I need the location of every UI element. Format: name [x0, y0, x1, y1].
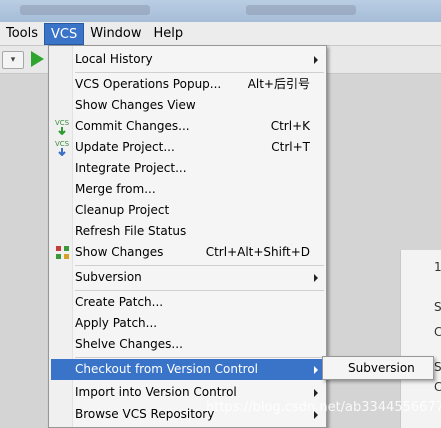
blurred-title-right [246, 5, 356, 15]
menu-item-label: Create Patch... [75, 295, 164, 309]
menu-item-refresh-file-status[interactable]: Refresh File Status [51, 221, 324, 242]
submenu-arrow-icon [314, 366, 318, 374]
menu-separator [75, 72, 324, 73]
blurred-title [20, 5, 150, 15]
menu-item-update-project[interactable]: VCS Update Project... Ctrl+T [51, 137, 324, 158]
menu-item-subversion[interactable]: Subversion [51, 267, 324, 288]
panel-glyph: S [434, 300, 441, 314]
vcs-menu-dropdown: Local History VCS Operations Popup... Al… [48, 45, 327, 428]
menu-item-label: Browse VCS Repository [75, 407, 215, 421]
menu-item-shortcut: Alt+后引号 [247, 77, 310, 91]
menu-item-label: Shelve Changes... [75, 337, 183, 351]
menu-item-label: Checkout from Version Control [75, 362, 259, 376]
submenu-arrow-icon [314, 274, 318, 282]
menu-window[interactable]: Window [84, 23, 147, 45]
menu-item-label: Subversion [75, 270, 142, 284]
menu-item-label: Update Project... [75, 140, 175, 154]
menu-item-show-changes-view[interactable]: Show Changes View [51, 95, 324, 116]
menu-vcs[interactable]: VCS [44, 22, 85, 45]
panel-glyph: C [434, 380, 441, 394]
menu-item-label: VCS Operations Popup... [75, 77, 222, 91]
menu-item-integrate-project[interactable]: Integrate Project... [51, 158, 324, 179]
panel-glyph: 1 [434, 260, 441, 274]
menu-item-shelve-changes[interactable]: Shelve Changes... [51, 334, 324, 355]
vcs-badge-text: VCS [55, 140, 70, 148]
menu-item-apply-patch[interactable]: Apply Patch... [51, 313, 324, 334]
diff-icon [56, 246, 69, 259]
menu-item-label: Cleanup Project [75, 203, 170, 217]
menu-item-label: Integrate Project... [75, 161, 187, 175]
menu-item-label: Local History [75, 52, 153, 66]
vcs-badge-text: VCS [55, 119, 70, 127]
menu-item-local-history[interactable]: Local History [51, 49, 324, 70]
menu-item-operations-popup[interactable]: VCS Operations Popup... Alt+后引号 [51, 74, 324, 95]
menu-item-checkout[interactable]: Checkout from Version Control [51, 359, 324, 380]
menu-item-create-patch[interactable]: Create Patch... [51, 292, 324, 313]
menu-item-merge-from[interactable]: Merge from... [51, 179, 324, 200]
window-title-bar [0, 0, 441, 22]
menu-item-shortcut: Ctrl+Alt+Shift+D [205, 245, 310, 259]
panel-glyph: C [434, 325, 441, 339]
menu-item-commit-changes[interactable]: VCS Commit Changes... Ctrl+K [51, 116, 324, 137]
menu-item-shortcut: Ctrl+K [270, 119, 310, 133]
menu-separator [75, 357, 324, 358]
menu-item-cleanup-project[interactable]: Cleanup Project [51, 200, 324, 221]
panel-glyph: S [434, 360, 441, 374]
menu-separator [75, 265, 324, 266]
menu-item-label: Apply Patch... [75, 316, 158, 330]
menu-bar: Tools VCS Window Help [0, 22, 441, 46]
menu-item-label: Show Changes [75, 245, 164, 259]
commit-icon: VCS [55, 119, 70, 135]
menu-item-label: Refresh File Status [75, 224, 187, 238]
checkout-submenu: Subversion [322, 356, 434, 380]
menu-item-show-changes[interactable]: Show Changes Ctrl+Alt+Shift+D [51, 242, 324, 263]
menu-help[interactable]: Help [148, 23, 190, 45]
menu-item-label: Merge from... [75, 182, 156, 196]
update-icon: VCS [55, 140, 70, 156]
run-config-dropdown[interactable]: ▾ [2, 51, 24, 69]
menu-separator [75, 290, 324, 291]
menu-item-shortcut: Ctrl+T [271, 140, 310, 154]
menu-item-label: Show Changes View [75, 98, 196, 112]
submenu-arrow-icon [314, 56, 318, 64]
watermark-text: https://blog.csdn.net/ab3344556677 [206, 400, 441, 415]
menu-item-label: Commit Changes... [75, 119, 190, 133]
submenu-item-subversion[interactable]: Subversion [348, 357, 415, 379]
menu-tools[interactable]: Tools [0, 23, 44, 45]
run-icon[interactable] [31, 51, 44, 67]
submenu-arrow-icon [314, 389, 318, 397]
